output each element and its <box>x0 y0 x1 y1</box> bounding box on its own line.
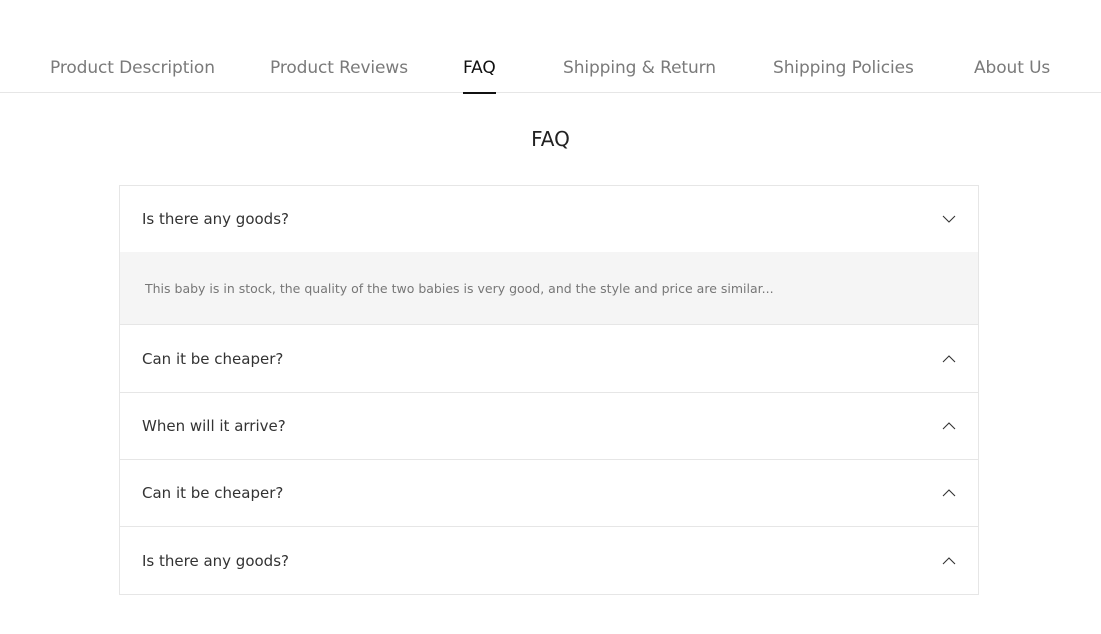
chevron-down-icon <box>942 215 956 223</box>
chevron-up-icon <box>942 354 956 362</box>
faq-title: FAQ <box>531 127 570 151</box>
faq-item: When will it arrive? <box>120 392 978 459</box>
faq-question-text: When will it arrive? <box>142 417 286 435</box>
tab-product-description[interactable]: Product Description <box>50 55 215 93</box>
product-info-section: Product Description Product Reviews FAQ … <box>0 0 1101 634</box>
tab-shipping-policies[interactable]: Shipping Policies <box>773 55 914 93</box>
faq-item: Is there any goods? This baby is in stoc… <box>120 186 978 324</box>
chevron-up-icon <box>942 556 956 564</box>
faq-answer-text: This baby is in stock, the quality of th… <box>145 280 774 296</box>
chevron-up-icon <box>942 489 956 497</box>
faq-item: Can it be cheaper? <box>120 324 978 392</box>
faq-question-text: Is there any goods? <box>142 210 289 228</box>
faq-item: Is there any goods? <box>120 526 978 594</box>
tab-shipping-return[interactable]: Shipping & Return <box>563 55 716 93</box>
chevron-up-icon <box>942 422 956 430</box>
faq-answer: This baby is in stock, the quality of th… <box>120 252 978 324</box>
faq-item: Can it be cheaper? <box>120 459 978 526</box>
faq-question-toggle[interactable]: Is there any goods? <box>120 527 978 594</box>
faq-question-text: Is there any goods? <box>142 551 289 570</box>
faq-question-toggle[interactable]: Is there any goods? <box>120 186 978 252</box>
product-tabs: Product Description Product Reviews FAQ … <box>0 0 1101 94</box>
tab-about-us[interactable]: About Us <box>974 55 1050 93</box>
faq-question-text: Can it be cheaper? <box>142 484 284 502</box>
tab-product-reviews[interactable]: Product Reviews <box>270 55 408 93</box>
tab-faq[interactable]: FAQ <box>463 55 496 94</box>
faq-question-toggle[interactable]: Can it be cheaper? <box>120 460 978 526</box>
faq-question-text: Can it be cheaper? <box>142 349 284 368</box>
faq-question-toggle[interactable]: Can it be cheaper? <box>120 325 978 392</box>
faq-question-toggle[interactable]: When will it arrive? <box>120 393 978 459</box>
faq-accordion: Is there any goods? This baby is in stoc… <box>119 185 979 595</box>
